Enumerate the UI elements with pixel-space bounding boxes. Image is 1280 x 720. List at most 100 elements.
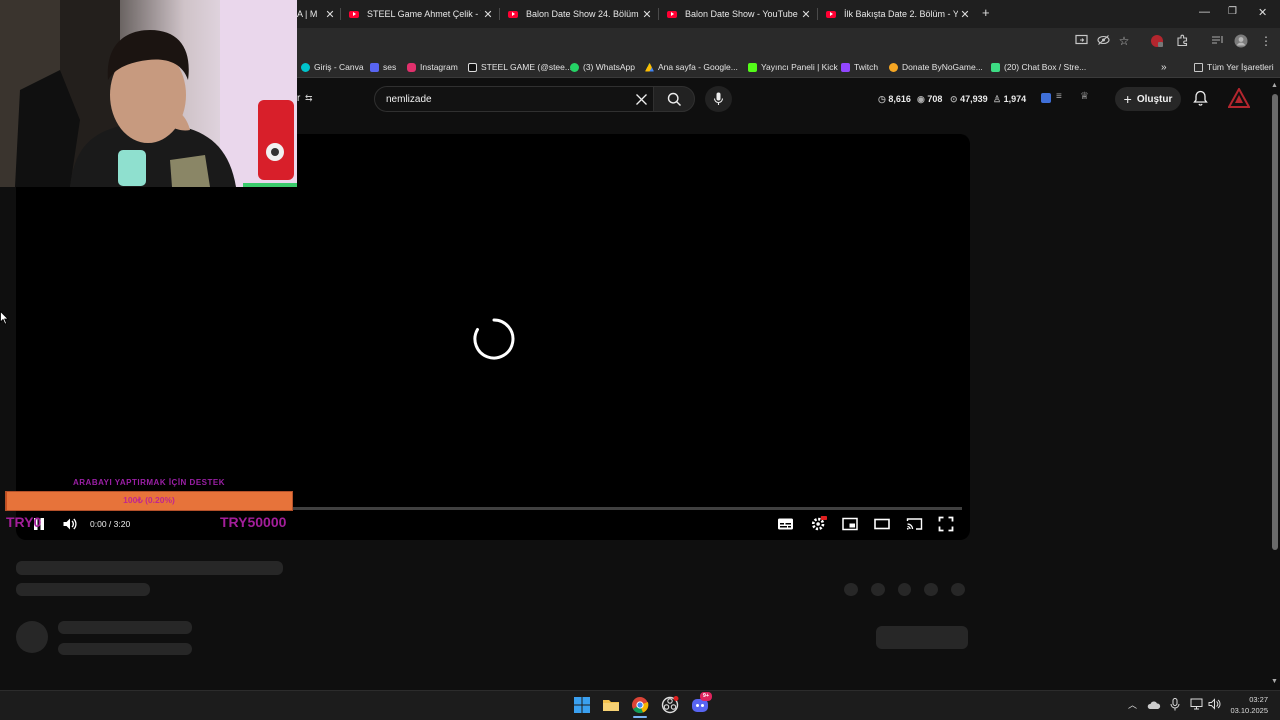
folder-icon [1194,62,1203,72]
scroll-down-arrow-icon[interactable]: ▼ [1271,678,1278,685]
close-tab-icon[interactable]: ✕ [799,8,813,21]
play-count-icon: ⊙ [950,94,958,104]
tab-title: Balon Date Show 24. Bölüm - Y [526,9,640,19]
bookmark-google-drive[interactable]: Ana sayfa - Google... [645,61,738,73]
all-bookmarks-folder[interactable]: Tüm Yer İşaretleri [1194,61,1274,73]
search-button[interactable] [653,86,695,112]
file-explorer-icon[interactable] [601,695,621,715]
donation-goal-title: ARABAYI YAPTIRMAK İÇİN DESTEK [72,478,225,487]
chatbox-favicon-icon [991,62,1000,72]
clock-icon: ◷ [878,94,886,104]
media-control-icon[interactable] [1210,34,1224,48]
youtube-favicon-icon [508,10,518,18]
stat-value: 8,616 [888,94,911,104]
youtube-favicon-icon [349,10,359,18]
browser-menu-icon[interactable]: ⋮ [1259,34,1273,48]
bookmark-ses[interactable]: ses [370,61,396,73]
extension-red-icon[interactable] [1150,34,1164,48]
bookmark-instagram[interactable]: Instagram [407,61,458,73]
bookmark-chatbox[interactable]: (20) Chat Box / Stre... [991,61,1086,73]
all-bookmarks-label: Tüm Yer İşaretleri [1207,62,1274,72]
skeleton-dot [951,583,965,596]
microphone-tray-icon[interactable] [1170,698,1180,711]
bookmark-label: (3) WhatsApp [583,62,635,72]
list-icon[interactable]: ≡ [1056,91,1062,102]
clear-search-icon[interactable] [635,93,648,106]
bookmark-star-icon[interactable]: ☆ [1117,34,1131,48]
plus-icon: + [1123,91,1132,107]
tab-partial[interactable]: A | M ✕ [297,4,337,24]
onedrive-cloud-icon[interactable] [1147,699,1161,711]
search-input[interactable]: nemlizade [374,86,654,112]
chrome-icon[interactable] [630,695,650,715]
tab-steel-game[interactable]: STEEL Game Ahmet Çelik - You ✕ [349,4,495,24]
filter-icon[interactable]: ⇆ [305,93,313,104]
close-window-icon[interactable]: ✕ [1258,6,1267,19]
google-drive-favicon-icon [645,62,654,72]
donation-goal-amount: TRY50000 [220,514,287,530]
taskbar-clock-time[interactable]: 03:27 [1249,695,1268,704]
stat-value: 1,974 [1003,94,1027,104]
network-monitor-icon[interactable] [1190,698,1203,710]
bookmark-twitch[interactable]: Twitch [841,61,878,73]
skeleton-channel-line [58,621,192,634]
discord-notification-badge: 9+ [700,692,712,701]
theater-mode-icon[interactable] [874,516,890,532]
more-bookmarks-chevron-icon[interactable]: » [1161,61,1167,73]
minimize-window-icon[interactable]: — [1199,6,1210,18]
miniplayer-icon[interactable] [842,516,858,532]
skeleton-button [876,626,968,649]
subtitles-icon[interactable] [777,516,794,532]
volume-icon[interactable] [62,516,78,532]
page-scrollbar-thumb[interactable] [1272,94,1278,550]
bookmark-label: Twitch [854,62,879,72]
cast-icon[interactable] [906,516,923,532]
chrome-active-indicator [633,716,647,718]
scroll-up-arrow-icon[interactable]: ▲ [1271,82,1278,89]
twitch-favicon-icon [841,62,850,72]
voice-search-button[interactable] [705,86,732,112]
close-tab-icon[interactable]: ✕ [640,8,654,21]
tab-balon-date-show[interactable]: Balon Date Show - YouTube ✕ [667,4,813,24]
close-tab-icon[interactable]: ✕ [958,8,972,21]
show-hidden-icons-chevron-icon[interactable]: ︿ [1128,698,1137,711]
tab-balon-date-24[interactable]: Balon Date Show 24. Bölüm - Y ✕ [508,4,654,24]
notifications-bell-icon[interactable] [1193,90,1208,107]
bookmark-label: Giriş - Canva [314,62,364,72]
taskbar-clock-date[interactable]: 03.10.2025 [1230,706,1268,715]
bookmark-canva[interactable]: Giriş - Canva [301,61,364,73]
windows-start-icon[interactable] [572,695,592,715]
skeleton-subtitle-line [16,583,150,596]
stat-views: ◉ 708 [917,94,942,105]
tab-ilk-bakista-date[interactable]: İlk Bakışta Date 2. Bölüm - You ✕ [826,4,972,24]
close-tab-icon[interactable]: ✕ [481,8,495,21]
trophy-icon[interactable]: ♕ [1080,91,1089,102]
stat-subscribers: ♙ 1,974 [993,94,1026,105]
cast-tab-icon[interactable] [1074,34,1088,48]
bookmark-bynogame[interactable]: Donate ByNoGame... [889,61,983,73]
bookmark-whatsapp[interactable]: (3) WhatsApp [570,61,635,73]
whatsapp-favicon-icon [570,62,579,72]
create-button[interactable]: + Oluştur [1115,87,1181,111]
channel-avatar-icon[interactable] [1228,88,1250,108]
bookmark-tiktok[interactable]: STEEL GAME (@stee... [468,61,572,73]
eye-off-icon[interactable] [1096,34,1110,48]
donation-progress-text: 100₺ (0.20%) [123,495,175,505]
fullscreen-icon[interactable] [938,516,954,532]
extension-badge-icon[interactable] [1041,93,1051,103]
new-tab-button[interactable]: + [982,5,990,20]
obs-studio-icon[interactable] [660,695,680,715]
close-tab-icon[interactable]: ✕ [323,8,337,21]
ses-favicon-icon [370,62,379,72]
speaker-volume-icon[interactable] [1208,698,1221,710]
settings-gear-icon[interactable] [810,516,828,532]
tab-divider [499,8,500,20]
profile-avatar-icon[interactable] [1234,34,1248,48]
bookmark-kick[interactable]: Yayıncı Paneli | Kick [748,61,838,73]
tab-divider [658,8,659,20]
mouse-cursor-icon [0,311,9,325]
extensions-puzzle-icon[interactable] [1175,34,1189,48]
skeleton-dot [844,583,858,596]
restore-window-icon[interactable]: ❐ [1228,6,1237,17]
tab-title: Balon Date Show - YouTube [685,9,798,19]
